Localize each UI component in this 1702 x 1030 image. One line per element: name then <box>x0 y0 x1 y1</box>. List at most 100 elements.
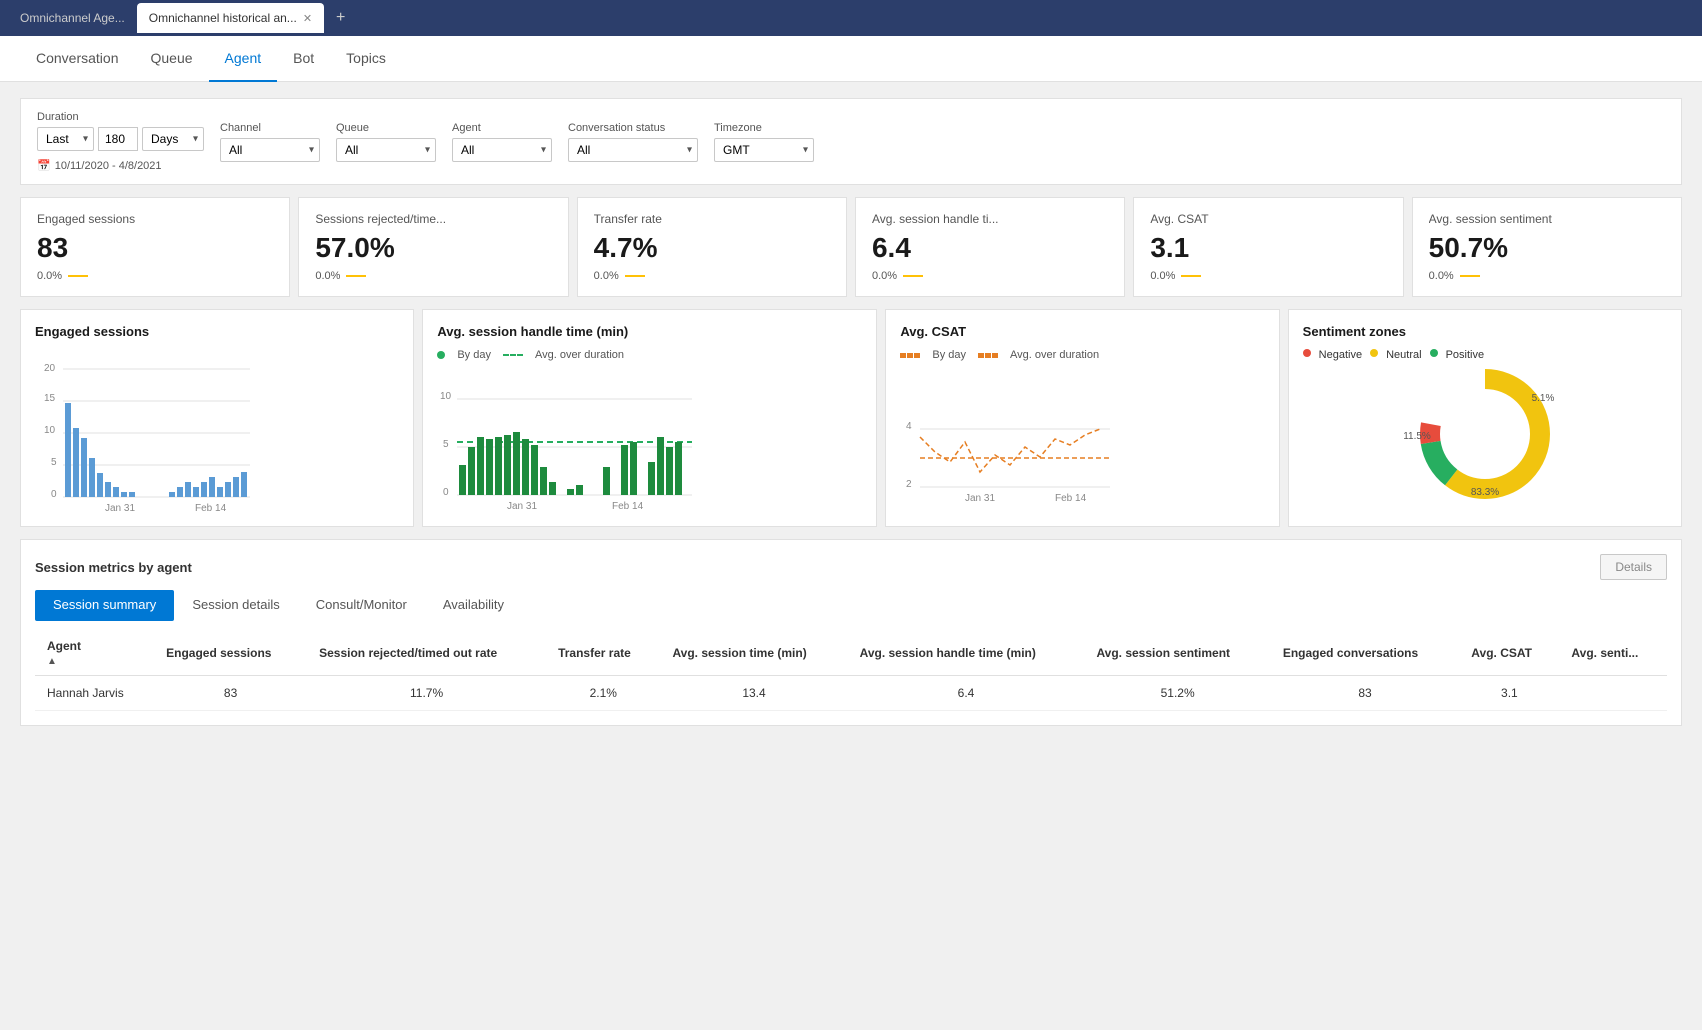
chart-handle-time-title: Avg. session handle time (min) <box>437 324 862 339</box>
svg-text:2: 2 <box>906 479 912 490</box>
kpi-row: Engaged sessions 83 0.0% Sessions reject… <box>20 197 1682 297</box>
kpi-avg-sentiment: Avg. session sentiment 50.7% 0.0% <box>1412 197 1682 297</box>
svg-text:5: 5 <box>51 457 57 468</box>
svg-text:4: 4 <box>906 421 912 432</box>
kpi-sessions-rejected-title: Sessions rejected/time... <box>315 212 551 226</box>
duration-value-input[interactable] <box>98 127 138 151</box>
kpi-transfer-rate: Transfer rate 4.7% 0.0% <box>577 197 847 297</box>
kpi-engaged-sessions-value: 83 <box>37 232 273 264</box>
kpi-avg-csat: Avg. CSAT 3.1 0.0% <box>1133 197 1403 297</box>
svg-text:0: 0 <box>443 487 449 498</box>
handle-time-legend: By day Avg. over duration <box>437 349 862 361</box>
table-header-row: Agent ▲ Engaged sessions Session rejecte… <box>35 631 1667 676</box>
sm-tab-session-details[interactable]: Session details <box>174 590 297 621</box>
kpi-avg-sentiment-title: Avg. session sentiment <box>1429 212 1665 226</box>
chart-sentiment: Sentiment zones Negative Neutral Positiv… <box>1288 309 1682 527</box>
donut-wrapper: 5.1% 11.5% 83.3% <box>1303 369 1667 499</box>
filter-channel: Channel All <box>220 122 320 162</box>
cell-transfer-rate: 2.1% <box>546 676 660 711</box>
chart-csat: Avg. CSAT By day Avg. over duration 2 4 <box>885 309 1279 527</box>
positive-dot <box>1430 349 1438 357</box>
calendar-icon: 📅 <box>37 159 51 172</box>
svg-text:10: 10 <box>440 391 452 402</box>
kpi-engaged-sessions-title: Engaged sessions <box>37 212 273 226</box>
duration-label: Duration <box>37 111 204 123</box>
svg-text:20: 20 <box>44 363 56 374</box>
delta-line-3 <box>903 275 923 277</box>
chart-csat-title: Avg. CSAT <box>900 324 1264 339</box>
col-avg-sentiment: Avg. session sentiment <box>1084 631 1270 676</box>
sentiment-legend: Negative Neutral Positive <box>1303 349 1667 361</box>
conv-status-label: Conversation status <box>568 122 698 134</box>
tab-bot[interactable]: Bot <box>277 36 330 82</box>
chart-engaged-sessions: Engaged sessions 0 5 10 15 20 <box>20 309 414 527</box>
channel-select[interactable]: All <box>220 138 320 162</box>
cell-agent-name: Hannah Jarvis <box>35 676 154 711</box>
kpi-avg-handle-time-delta: 0.0% <box>872 270 1108 282</box>
charts-row: Engaged sessions 0 5 10 15 20 <box>20 309 1682 527</box>
filter-agent: Agent All <box>452 122 552 162</box>
main-container: Conversation Queue Agent Bot Topics Dura… <box>0 36 1702 1030</box>
filter-duration: Duration Last Days 📅 <box>37 111 204 172</box>
queue-select[interactable]: All <box>336 138 436 162</box>
timezone-label: Timezone <box>714 122 814 134</box>
date-range: 📅 10/11/2020 - 4/8/2021 <box>37 159 204 172</box>
sort-icon-agent[interactable]: ▲ <box>47 656 57 667</box>
delta-line-1 <box>346 275 366 277</box>
tab-agent[interactable]: Agent <box>209 36 278 82</box>
browser-tab-2[interactable]: Omnichannel historical an... ✕ <box>137 3 324 33</box>
donut-svg: 5.1% 11.5% 83.3% <box>1395 369 1575 499</box>
tab-queue[interactable]: Queue <box>135 36 209 82</box>
session-metrics: Session metrics by agent Details Session… <box>20 539 1682 726</box>
sm-tab-session-summary[interactable]: Session summary <box>35 590 174 621</box>
col-transfer-rate: Transfer rate <box>546 631 660 676</box>
svg-text:15: 15 <box>44 393 56 404</box>
svg-text:Feb 14: Feb 14 <box>1055 493 1087 504</box>
sm-header: Session metrics by agent Details <box>35 554 1667 580</box>
tab-conversation[interactable]: Conversation <box>20 36 135 82</box>
filter-conv-status: Conversation status All <box>568 122 698 162</box>
agent-select[interactable]: All <box>452 138 552 162</box>
page-content: Duration Last Days 📅 <box>0 82 1702 1030</box>
col-avg-session-time: Avg. session time (min) <box>660 631 847 676</box>
kpi-transfer-rate-title: Transfer rate <box>594 212 830 226</box>
browser-tab-1[interactable]: Omnichannel Age... <box>8 3 137 33</box>
delta-line-0 <box>68 275 88 277</box>
table-row: Hannah Jarvis 83 11.7% 2.1% 13.4 6.4 51.… <box>35 676 1667 711</box>
new-tab-button[interactable]: + <box>324 3 357 33</box>
cell-avg-handle-time: 6.4 <box>848 676 1085 711</box>
kpi-avg-sentiment-delta: 0.0% <box>1429 270 1665 282</box>
filter-timezone: Timezone GMT <box>714 122 814 162</box>
csat-legend: By day Avg. over duration <box>900 349 1264 361</box>
col-engaged-sessions: Engaged sessions <box>154 631 307 676</box>
timezone-select[interactable]: GMT <box>714 138 814 162</box>
browser-tab-1-label: Omnichannel Age... <box>20 11 125 25</box>
delta-line-4 <box>1181 275 1201 277</box>
details-button[interactable]: Details <box>1600 554 1667 580</box>
csat-by-day-dash <box>900 353 920 358</box>
kpi-transfer-rate-delta: 0.0% <box>594 270 830 282</box>
negative-label: Negative <box>1319 349 1362 361</box>
svg-text:83.3%: 83.3% <box>1471 487 1499 498</box>
kpi-avg-sentiment-value: 50.7% <box>1429 232 1665 264</box>
csat-avg-label: Avg. over duration <box>1010 349 1099 361</box>
conv-status-select[interactable]: All <box>568 138 698 162</box>
channel-label: Channel <box>220 122 320 134</box>
col-avg-handle-time: Avg. session handle time (min) <box>848 631 1085 676</box>
kpi-avg-csat-title: Avg. CSAT <box>1150 212 1386 226</box>
tab-topics[interactable]: Topics <box>330 36 402 82</box>
session-summary-table: Agent ▲ Engaged sessions Session rejecte… <box>35 631 1667 711</box>
duration-unit-select[interactable]: Days <box>142 127 204 151</box>
browser-tab-2-label: Omnichannel historical an... <box>149 11 297 25</box>
svg-text:10: 10 <box>44 425 56 436</box>
nav-tab-bar: Conversation Queue Agent Bot Topics <box>0 36 1702 82</box>
chart-sentiment-title: Sentiment zones <box>1303 324 1667 339</box>
cell-avg-csat: 3.1 <box>1459 676 1559 711</box>
sm-tab-availability[interactable]: Availability <box>425 590 522 621</box>
kpi-transfer-rate-value: 4.7% <box>594 232 830 264</box>
sm-tab-consult-monitor[interactable]: Consult/Monitor <box>298 590 425 621</box>
cell-avg-senti-2 <box>1559 676 1667 711</box>
duration-type-select[interactable]: Last <box>37 127 94 151</box>
close-tab-icon[interactable]: ✕ <box>303 12 312 25</box>
col-avg-csat: Avg. CSAT <box>1459 631 1559 676</box>
